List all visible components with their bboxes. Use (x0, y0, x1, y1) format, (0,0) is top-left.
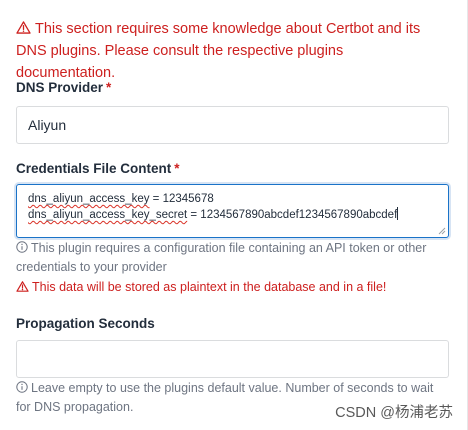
required-asterisk: * (174, 161, 180, 176)
required-asterisk: * (106, 80, 112, 95)
credentials-line-1-value: = 12345678 (149, 193, 214, 205)
csdn-watermark: CSDN @杨浦老苏 (335, 405, 453, 421)
credentials-textarea[interactable]: dns_aliyun_access_key = 12345678 dns_ali… (16, 184, 449, 238)
dns-knowledge-warning: This section requires some knowledge abo… (16, 18, 446, 84)
propagation-seconds-input[interactable] (16, 340, 449, 378)
credentials-line-2: dns_aliyun_access_key_secret = 123456789… (28, 207, 437, 223)
credentials-line-2-key: dns_aliyun_access_key_secret (28, 209, 188, 221)
dns-knowledge-warning-text: This section requires some knowledge abo… (16, 21, 421, 81)
credentials-hint: This plugin requires a configuration fil… (16, 239, 446, 277)
info-circle-icon (16, 381, 28, 393)
warning-triangle-icon (16, 21, 31, 34)
plaintext-warning: This data will be stored as plaintext in… (16, 278, 446, 297)
credentials-line-2-value: = 1234567890abcdef1234567890abcdef (187, 209, 398, 221)
plaintext-warning-text: This data will be stored as plaintext in… (32, 280, 387, 294)
dns-provider-label: DNS Provider * (16, 80, 112, 95)
credentials-label: Credentials File Content * (16, 161, 180, 176)
dns-provider-value: Aliyun (28, 117, 67, 133)
resize-handle-icon[interactable] (438, 227, 446, 235)
text-caret (397, 207, 399, 220)
dns-settings-panel: This section requires some knowledge abo… (0, 0, 468, 430)
credentials-hint-text: This plugin requires a configuration fil… (16, 241, 427, 274)
dns-provider-select[interactable]: Aliyun (16, 106, 449, 144)
credentials-line-1: dns_aliyun_access_key = 12345678 (28, 191, 437, 207)
credentials-line-1-key: dns_aliyun_access_key (28, 193, 150, 205)
propagation-seconds-label: Propagation Seconds (16, 316, 155, 331)
warning-triangle-icon (16, 281, 29, 292)
info-circle-icon (16, 241, 28, 253)
